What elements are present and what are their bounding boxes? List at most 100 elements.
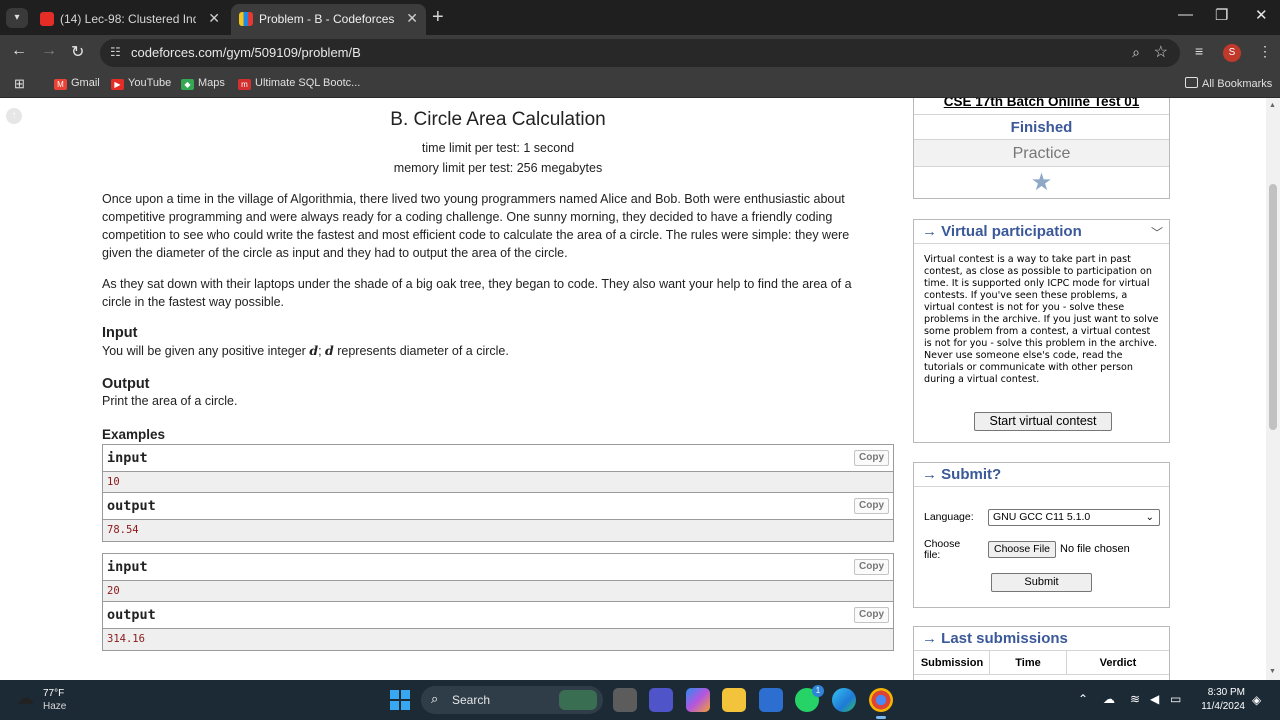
edge-icon[interactable] <box>832 688 856 712</box>
input-text: ; <box>318 344 326 358</box>
bookmark-star-icon[interactable]: ☆ <box>1154 42 1168 62</box>
address-bar[interactable]: ☷ codeforces.com/gym/509109/problem/B ⌕ … <box>100 39 1180 67</box>
bookmark-sql-bootcamp[interactable]: m Ultimate SQL Bootc... <box>238 77 360 90</box>
sample-output-data: 78.54 <box>103 520 893 541</box>
submit-button[interactable]: Submit <box>991 573 1092 592</box>
weather-haze-icon[interactable]: ☁ <box>16 688 34 709</box>
file-explorer-icon[interactable] <box>722 688 746 712</box>
back-icon[interactable]: ← <box>11 42 27 60</box>
close-tab-icon[interactable]: ✕ <box>208 10 220 27</box>
copy-button[interactable]: Copy <box>854 559 889 575</box>
weather-description[interactable]: Haze <box>43 701 66 712</box>
tab-search-menu-icon[interactable]: ▾ <box>6 8 28 28</box>
memory-limit: memory limit per test: 256 megabytes <box>393 161 603 175</box>
virtual-title: → Virtual participation <box>922 223 1082 240</box>
tab-title: Problem - B - Codeforces <box>259 12 395 26</box>
choose-file-button[interactable]: Choose File <box>988 541 1056 558</box>
show-hidden-icons-icon[interactable]: ⌃ <box>1078 692 1088 706</box>
tab-codeforces-problem[interactable]: Problem - B - Codeforces ✕ <box>231 4 426 35</box>
sample-input-value: 20 <box>107 585 120 597</box>
math-variable: d <box>325 343 334 358</box>
language-select[interactable]: GNU GCC C11 5.1.0 ⌄ <box>988 509 1160 526</box>
scroll-up-arrow-icon[interactable]: ▲ <box>1269 102 1276 109</box>
chevron-down-icon: ⌄ <box>1145 512 1154 523</box>
window-close-icon[interactable]: ✕ <box>1255 6 1268 24</box>
start-virtual-contest-button[interactable]: Start virtual contest <box>974 412 1112 431</box>
zoom-icon[interactable]: ⌕ <box>1132 44 1140 61</box>
copy-button[interactable]: Copy <box>854 450 889 466</box>
language-value: GNU GCC C11 5.1.0 <box>993 511 1091 523</box>
column-header-time: Time <box>1015 657 1041 669</box>
apps-grid-icon[interactable]: ⊞ <box>14 76 25 92</box>
restore-icon[interactable]: ❐ <box>1215 6 1228 24</box>
reload-icon[interactable]: ↻ <box>71 42 84 62</box>
all-bookmarks[interactable]: All Bookmarks <box>1185 77 1272 90</box>
weather-temperature[interactable]: 77°F <box>43 688 64 699</box>
time-limit: time limit per test: 1 second <box>421 141 575 155</box>
codeforces-favicon-icon <box>239 12 253 26</box>
input-text: You will be given any positive integer <box>102 344 310 358</box>
teams-chat-icon[interactable] <box>649 688 673 712</box>
site-info-icon[interactable]: ☷ <box>110 45 121 59</box>
forward-icon[interactable]: → <box>41 42 57 60</box>
bookmark-label: Ultimate SQL Bootc... <box>255 77 361 89</box>
chrome-icon[interactable] <box>869 688 893 719</box>
bookmark-label: Maps <box>198 77 225 89</box>
sample-test: input Copy 10 output Copy 78.54 <box>102 444 894 542</box>
volume-icon[interactable]: ◀ <box>1150 692 1159 706</box>
last-submissions-title: → Last submissions <box>922 630 1068 647</box>
whatsapp-badge: 1 <box>812 685 824 697</box>
new-tab-icon[interactable]: + <box>432 6 444 29</box>
task-view-icon[interactable] <box>613 688 637 712</box>
copy-button[interactable]: Copy <box>854 607 889 623</box>
microsoft-store-icon[interactable] <box>759 688 783 712</box>
clock-time[interactable]: 8:30 PM <box>1207 687 1245 698</box>
taskbar-search[interactable]: ⌕ Search <box>421 686 603 714</box>
page-scrollbar[interactable]: ▲ ▼ <box>1266 98 1280 680</box>
media-control-icon[interactable]: ≡ <box>1195 43 1203 59</box>
page-viewport: ↑ B. Circle Area Calculation time limit … <box>0 98 1280 680</box>
close-tab-icon[interactable]: ✕ <box>406 10 418 27</box>
chevron-down-icon[interactable]: ﹀ <box>1151 224 1163 241</box>
sample-output-label: output <box>107 607 156 623</box>
profile-avatar[interactable]: S <box>1223 44 1241 62</box>
examples-title: Examples <box>102 427 166 442</box>
tab-youtube-lecture[interactable]: (14) Lec-98: Clustered Index in Database… <box>32 4 228 35</box>
sample-output-data: 314.16 <box>103 629 893 650</box>
clock-date[interactable]: 11/4/2024 <box>1197 701 1245 712</box>
contest-name-link[interactable]: CSE 17th Batch Online Test 01 <box>914 98 1169 115</box>
sample-input-label: input <box>107 450 148 466</box>
wifi-icon[interactable]: ≋ <box>1130 692 1140 706</box>
last-submissions-caption: → Last submissions <box>914 627 1169 651</box>
choose-file-label-line-2: file: <box>924 549 941 561</box>
search-highlight-image <box>559 690 597 710</box>
minimize-icon[interactable]: — <box>1178 6 1193 23</box>
sample-input-data: 20 <box>103 581 893 602</box>
sample-test: input Copy 20 output Copy 314.16 <box>102 553 894 651</box>
onedrive-cloud-icon[interactable]: ☁ <box>1103 692 1115 706</box>
virtual-description: Virtual contest is a way to take part in… <box>924 254 1159 385</box>
maps-icon: ◆ <box>181 79 194 90</box>
bookmark-gmail[interactable]: M Gmail <box>54 77 100 90</box>
url-text[interactable]: codeforces.com/gym/509109/problem/B <box>131 45 361 60</box>
sample-output-value: 78.54 <box>107 524 139 536</box>
sample-output-header: output Copy <box>103 602 893 629</box>
copilot-icon[interactable] <box>686 688 710 712</box>
browser-menu-icon[interactable]: ⋮ <box>1258 43 1272 60</box>
notification-bell-icon[interactable]: ◈ <box>1252 693 1261 707</box>
scroll-down-arrow-icon[interactable]: ▼ <box>1269 668 1276 675</box>
favourite-star-icon[interactable]: ★ <box>914 167 1169 199</box>
bookmark-maps[interactable]: ◆ Maps <box>181 77 225 90</box>
battery-icon[interactable]: ▭ <box>1170 692 1181 706</box>
gmail-icon: M <box>54 79 67 90</box>
browser-toolbar: ← → ↻ ☷ codeforces.com/gym/509109/proble… <box>0 35 1280 71</box>
bookmark-youtube[interactable]: ▶ YouTube <box>111 77 171 90</box>
column-divider <box>989 651 990 675</box>
windows-taskbar: ☁ 77°F Haze ⌕ Search 1 ⌃ ☁ ≋ ◀ ▭ 8:30 PM… <box>0 680 1280 720</box>
input-section-title: Input <box>102 325 138 341</box>
sample-output-label: output <box>107 498 156 514</box>
copy-button[interactable]: Copy <box>854 498 889 514</box>
scroll-to-top-icon[interactable]: ↑ <box>6 108 22 124</box>
scrollbar-thumb[interactable] <box>1269 184 1277 430</box>
windows-start-icon[interactable] <box>390 690 410 710</box>
